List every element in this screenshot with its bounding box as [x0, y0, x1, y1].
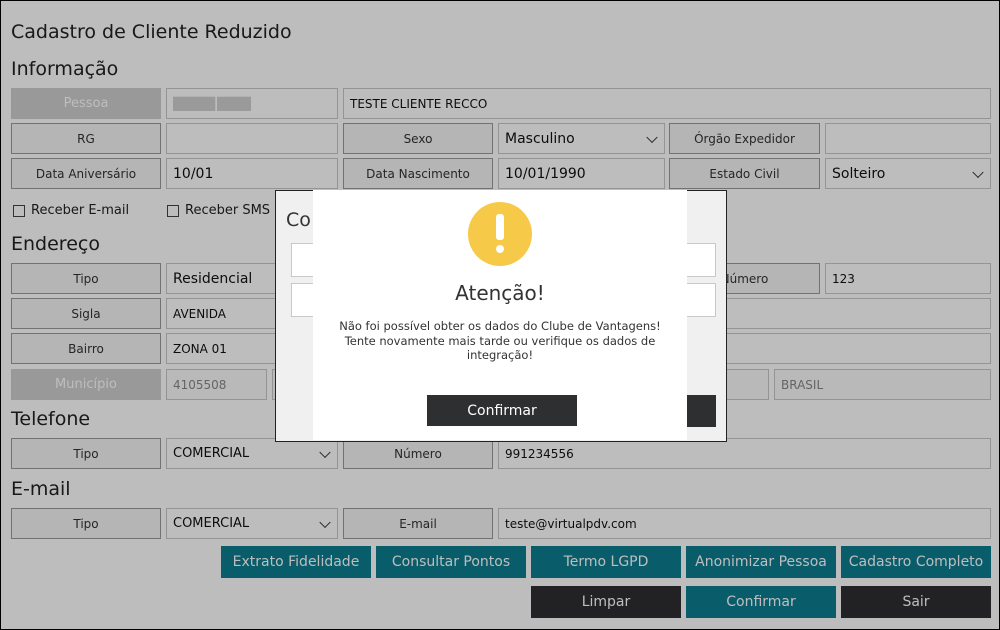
warning-icon [468, 202, 532, 266]
alert-confirm-button[interactable]: Confirmar [427, 395, 577, 426]
underlying-dialog-title: Co [286, 209, 311, 231]
alert-dialog: Atenção! Não foi possível obter os dados… [313, 190, 687, 440]
alert-message-line2: Tente novamente mais tarde ou verifique … [344, 334, 656, 362]
alert-message-line1: Não foi possível obter os dados do Clube… [339, 319, 661, 333]
alert-title: Atenção! [455, 281, 545, 305]
